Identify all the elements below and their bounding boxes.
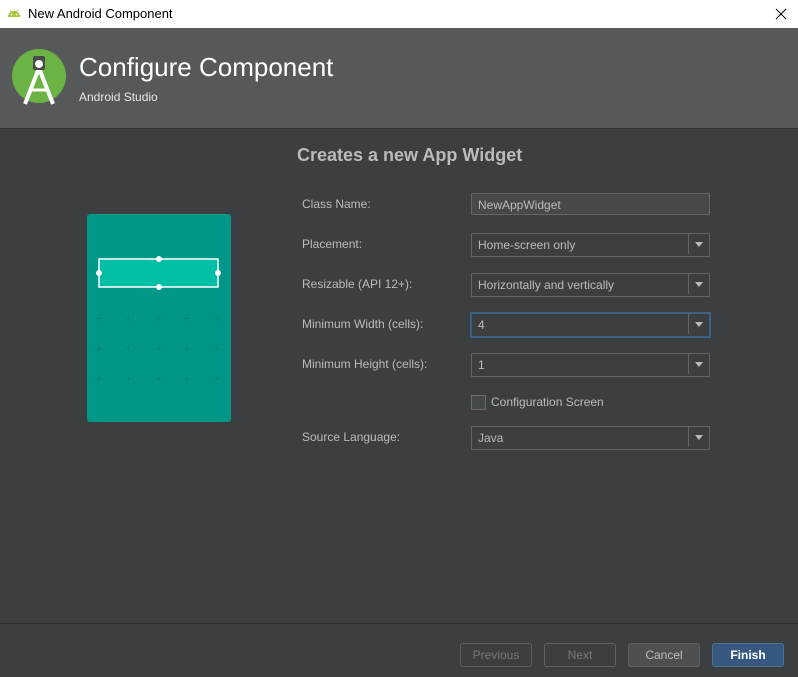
placement-label: Placement: bbox=[302, 237, 363, 251]
chevron-down-icon bbox=[688, 354, 709, 374]
chevron-down-icon bbox=[688, 274, 709, 294]
title-bar: New Android Component bbox=[0, 0, 798, 28]
cancel-button[interactable]: Cancel bbox=[628, 643, 700, 667]
svg-text:+: + bbox=[214, 344, 221, 353]
class-name-value: NewAppWidget bbox=[478, 198, 561, 212]
previous-button[interactable]: Previous bbox=[460, 643, 532, 667]
placement-select[interactable]: Home-screen only bbox=[471, 233, 710, 257]
source-language-value: Java bbox=[478, 431, 504, 445]
footer-divider bbox=[0, 623, 798, 624]
svg-text:+: + bbox=[155, 314, 162, 323]
svg-text:+: + bbox=[96, 374, 103, 383]
resizable-value: Horizontally and vertically bbox=[478, 278, 615, 292]
svg-text:+: + bbox=[155, 344, 162, 353]
svg-text:+: + bbox=[96, 344, 103, 353]
min-height-select[interactable]: 1 bbox=[471, 353, 710, 377]
svg-text:+: + bbox=[184, 344, 191, 353]
close-icon[interactable] bbox=[770, 3, 792, 25]
chevron-down-icon bbox=[688, 427, 709, 447]
chevron-down-icon bbox=[688, 234, 709, 254]
min-height-value: 1 bbox=[478, 358, 485, 372]
resizable-select[interactable]: Horizontally and vertically bbox=[471, 273, 710, 297]
svg-text:+: + bbox=[214, 374, 221, 383]
android-studio-logo-icon bbox=[12, 49, 66, 105]
next-button[interactable]: Next bbox=[544, 643, 616, 667]
source-language-select[interactable]: Java bbox=[471, 426, 710, 450]
finish-button[interactable]: Finish bbox=[712, 643, 784, 667]
source-language-label: Source Language: bbox=[302, 430, 401, 444]
svg-text:+: + bbox=[184, 314, 191, 323]
header-subtitle: Android Studio bbox=[79, 90, 158, 104]
widget-preview-graphic: + + + + + + + + + + + + + + + bbox=[96, 256, 221, 383]
min-width-value: 4 bbox=[478, 318, 485, 332]
svg-text:+: + bbox=[125, 374, 132, 383]
wizard-header: Configure Component Android Studio bbox=[0, 28, 798, 129]
svg-text:+: + bbox=[96, 314, 103, 323]
chevron-down-icon bbox=[688, 314, 709, 334]
android-icon bbox=[8, 9, 20, 17]
min-height-label: Minimum Height (cells): bbox=[302, 357, 428, 371]
configuration-screen-label: Configuration Screen bbox=[491, 395, 604, 409]
svg-text:+: + bbox=[214, 314, 221, 323]
min-width-select[interactable]: 4 bbox=[471, 313, 710, 337]
svg-text:+: + bbox=[125, 314, 132, 323]
class-name-input[interactable]: NewAppWidget bbox=[471, 193, 710, 215]
class-name-label: Class Name: bbox=[302, 197, 371, 211]
configuration-screen-checkbox[interactable] bbox=[471, 395, 486, 410]
svg-text:+: + bbox=[184, 374, 191, 383]
placement-value: Home-screen only bbox=[478, 238, 576, 252]
min-width-label: Minimum Width (cells): bbox=[302, 317, 424, 331]
widget-preview: + + + + + + + + + + + + + + + bbox=[87, 214, 231, 422]
resizable-label: Resizable (API 12+): bbox=[302, 277, 413, 291]
svg-text:+: + bbox=[155, 374, 162, 383]
svg-text:+: + bbox=[125, 344, 132, 353]
page-subtitle: Creates a new App Widget bbox=[297, 145, 523, 165]
window-title: New Android Component bbox=[28, 6, 173, 21]
header-title: Configure Component bbox=[79, 52, 334, 82]
